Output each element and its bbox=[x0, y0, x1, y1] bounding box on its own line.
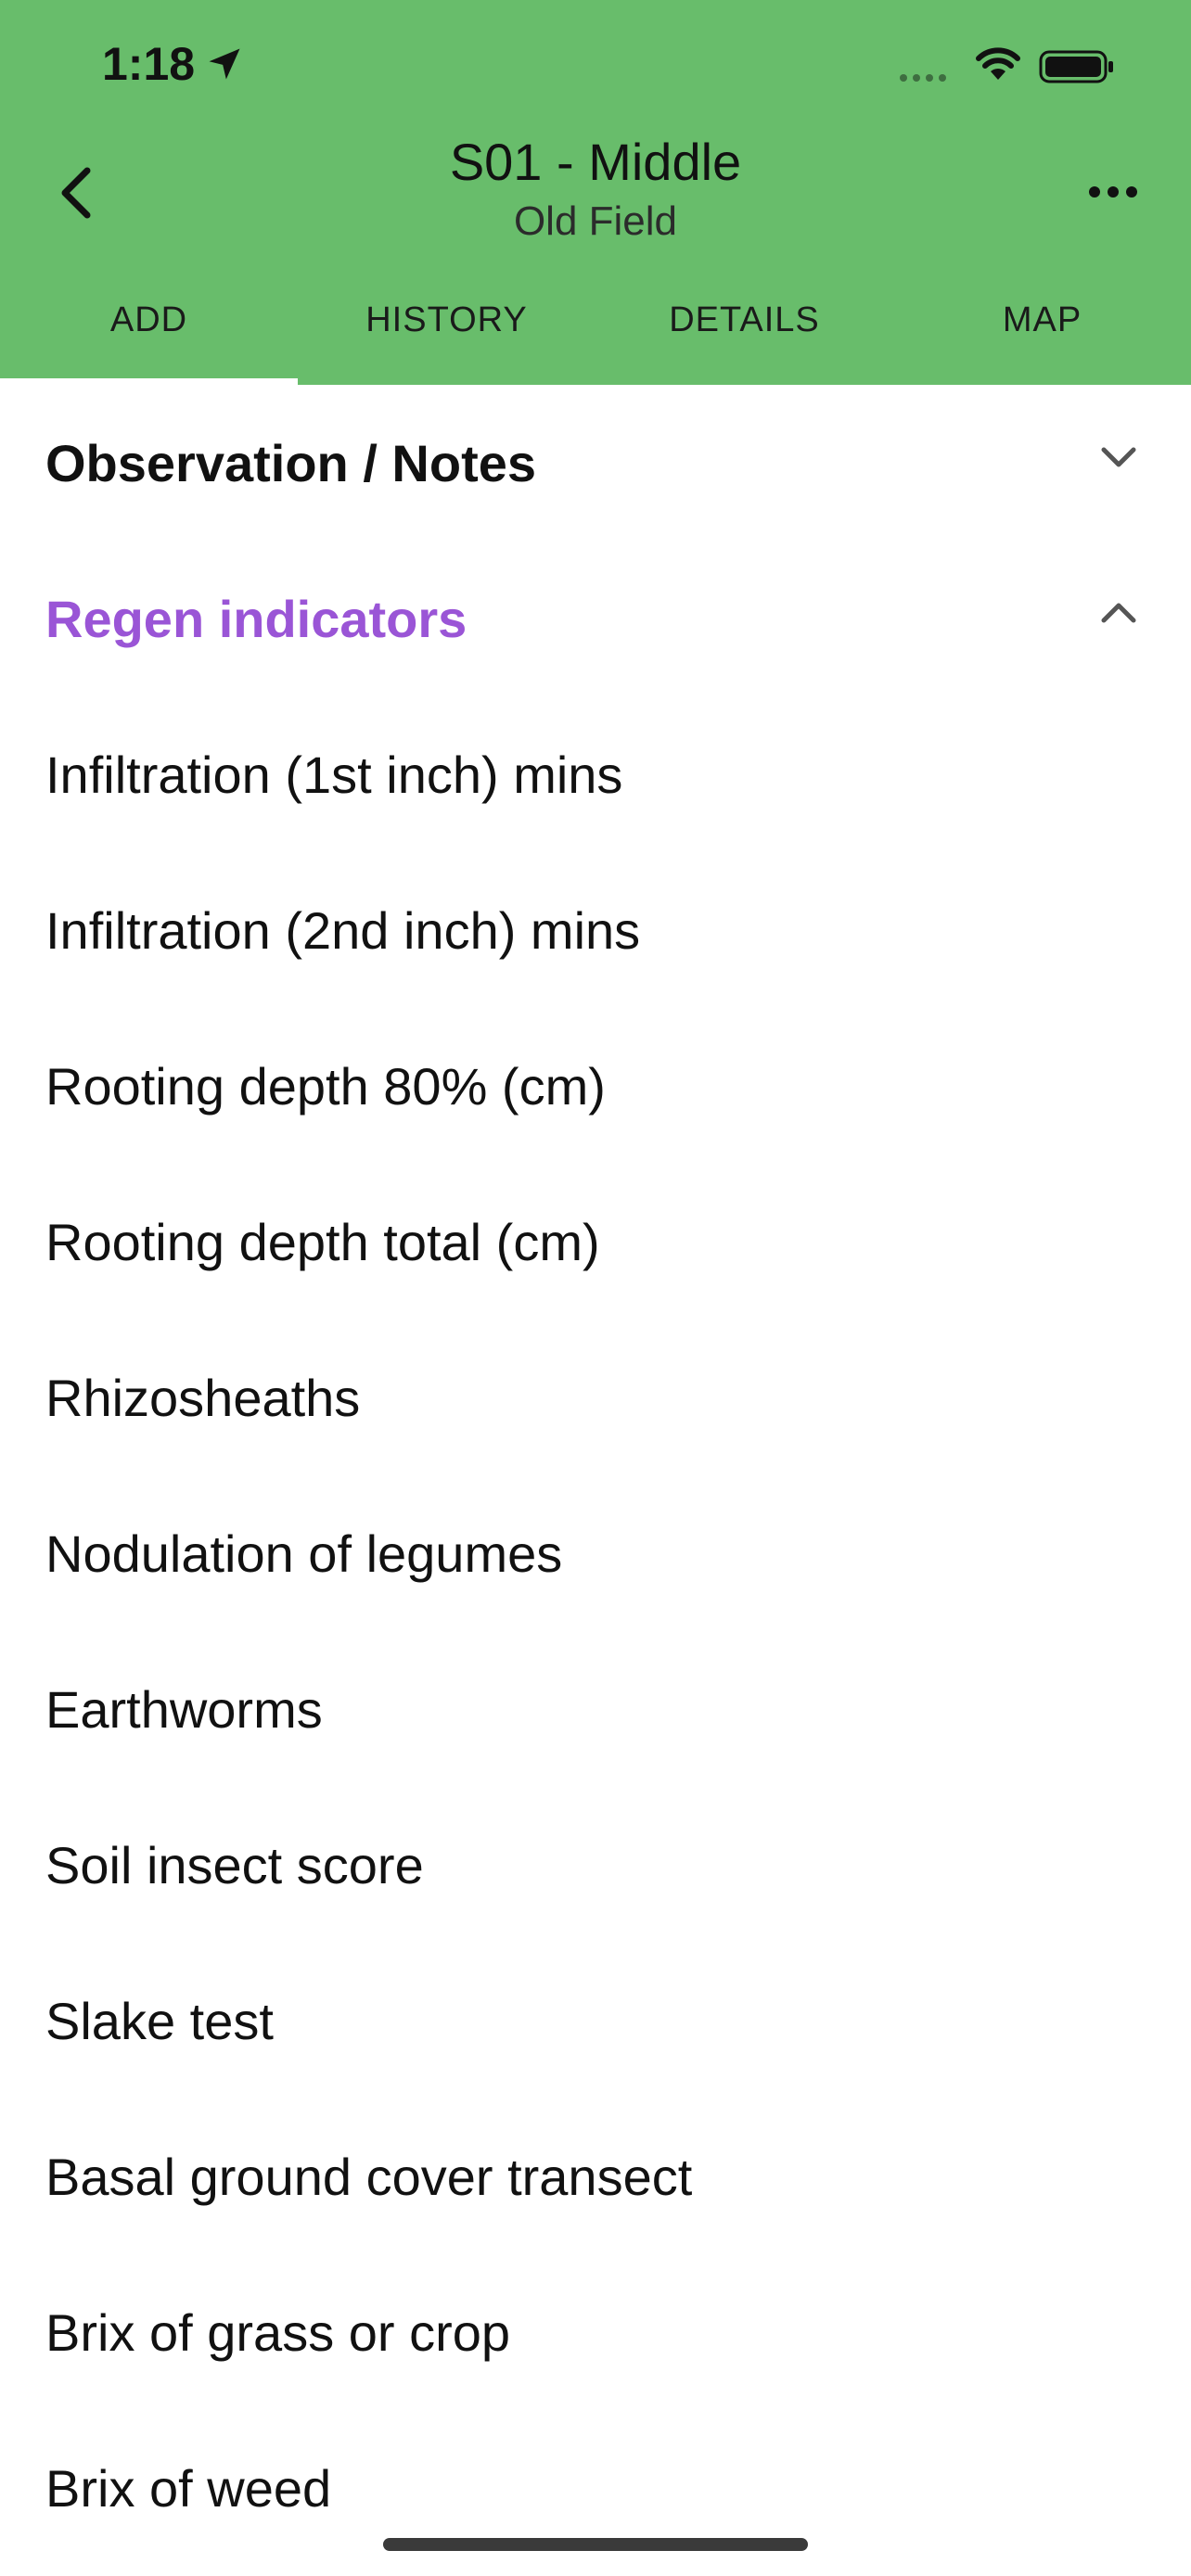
chevron-down-icon bbox=[1101, 447, 1136, 467]
page-subtitle: Old Field bbox=[513, 198, 678, 244]
list-item[interactable]: Infiltration (2nd inch) mins bbox=[0, 852, 1191, 1008]
section-title: Regen indicators bbox=[45, 589, 467, 648]
list-item[interactable]: Infiltration (1st inch) mins bbox=[0, 696, 1191, 852]
chevron-up-icon bbox=[1101, 603, 1136, 623]
app-header: 1:18 S01 - Middle Old Field ADD HISTORY … bbox=[0, 0, 1191, 385]
tab-history[interactable]: HISTORY bbox=[298, 278, 596, 385]
list-item[interactable]: Earthworms bbox=[0, 1631, 1191, 1787]
section-title: Observation / Notes bbox=[45, 433, 537, 492]
cellular-signal-icon bbox=[900, 74, 946, 82]
battery-icon bbox=[1039, 50, 1113, 83]
tab-bar: ADD HISTORY DETAILS MAP bbox=[0, 278, 1191, 385]
list-item[interactable]: Slake test bbox=[0, 1943, 1191, 2098]
list-item-label: Brix of grass or crop bbox=[45, 2302, 511, 2362]
time-label: 1:18 bbox=[102, 38, 196, 90]
list-item[interactable]: Rooting depth total (cm) bbox=[0, 1164, 1191, 1320]
list-item-label: Soil insect score bbox=[45, 1835, 424, 1894]
list-item-label: Infiltration (2nd inch) mins bbox=[45, 900, 641, 960]
tab-map[interactable]: MAP bbox=[893, 278, 1191, 385]
list-item[interactable]: Rooting depth 80% (cm) bbox=[0, 1008, 1191, 1164]
wifi-icon bbox=[976, 47, 1020, 80]
more-options-icon[interactable] bbox=[1087, 184, 1139, 200]
main-content: Observation / Notes Regen indicators Inf… bbox=[0, 385, 1191, 2566]
tab-add[interactable]: ADD bbox=[0, 278, 298, 385]
list-item-label: Rooting depth total (cm) bbox=[45, 1212, 600, 1271]
list-item[interactable]: Soil insect score bbox=[0, 1787, 1191, 1943]
title-block: S01 - Middle Old Field bbox=[0, 130, 1191, 249]
location-arrow-icon bbox=[209, 48, 240, 80]
status-bar: 1:18 bbox=[0, 0, 1191, 134]
list-item-label: Nodulation of legumes bbox=[45, 1524, 563, 1583]
list-item-label: Brix of weed bbox=[45, 2458, 332, 2518]
list-item-label: Slake test bbox=[45, 1991, 274, 2050]
home-indicator[interactable] bbox=[383, 2538, 808, 2551]
list-item-label: Earthworms bbox=[45, 1679, 323, 1739]
page-title: S01 - Middle bbox=[449, 133, 742, 191]
list-item-label: Rhizosheaths bbox=[45, 1368, 361, 1427]
status-time: 1:18 bbox=[102, 37, 245, 91]
section-observation-notes[interactable]: Observation / Notes bbox=[0, 385, 1191, 541]
list-item[interactable]: Nodulation of legumes bbox=[0, 1475, 1191, 1631]
list-item-label: Rooting depth 80% (cm) bbox=[45, 1056, 606, 1116]
list-item[interactable]: Brix of grass or crop bbox=[0, 2254, 1191, 2410]
list-item-label: Basal ground cover transect bbox=[45, 2147, 693, 2206]
tab-details[interactable]: DETAILS bbox=[596, 278, 893, 385]
list-item-label: Infiltration (1st inch) mins bbox=[45, 745, 623, 804]
section-regen-indicators[interactable]: Regen indicators bbox=[0, 541, 1191, 696]
list-item[interactable]: Basal ground cover transect bbox=[0, 2098, 1191, 2254]
list-item[interactable]: Rhizosheaths bbox=[0, 1320, 1191, 1475]
